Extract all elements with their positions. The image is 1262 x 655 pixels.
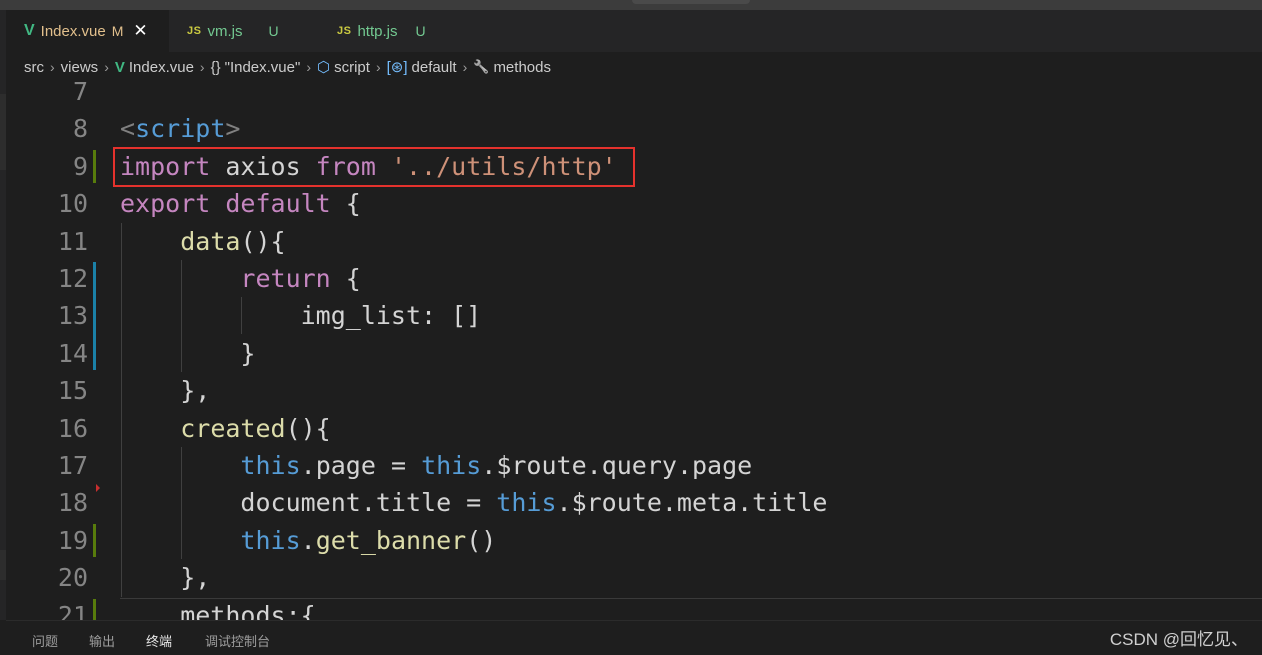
chevron-right-icon: › bbox=[199, 59, 205, 75]
code-text: document.title = this.$route.meta.title bbox=[120, 488, 828, 517]
code-line[interactable]: 15 }, bbox=[6, 372, 1262, 409]
code-text: methods:{ bbox=[120, 601, 316, 620]
git-change-marker[interactable] bbox=[93, 262, 96, 370]
close-icon[interactable]: ✕ bbox=[133, 21, 147, 41]
tab-index-vue[interactable]: V Index.vue M ✕ bbox=[6, 10, 169, 52]
js-icon: JS bbox=[187, 25, 202, 37]
code-line[interactable]: 14 } bbox=[6, 335, 1262, 372]
code-text: this.get_banner() bbox=[240, 526, 497, 555]
code-line[interactable]: 9 import axios from '../utils/http' bbox=[6, 148, 1262, 185]
js-icon: JS bbox=[337, 25, 352, 37]
line-number: 20 bbox=[57, 563, 88, 592]
code-text: this.page = this.$route.query.page bbox=[240, 451, 753, 480]
line-number: 19 bbox=[57, 526, 88, 555]
code-text: }, bbox=[120, 563, 211, 592]
tab-status-badge: M bbox=[111, 23, 124, 39]
tab-status-badge: U bbox=[415, 23, 426, 39]
breadcrumb-item-module[interactable]: "Index.vue" bbox=[225, 59, 301, 76]
code-text: created(){ bbox=[180, 414, 331, 443]
title-bar bbox=[0, 0, 1262, 10]
indent-guide bbox=[121, 223, 122, 597]
chevron-right-icon: › bbox=[375, 59, 381, 75]
line-number: 18 bbox=[57, 488, 88, 517]
vue-icon: V bbox=[24, 22, 35, 39]
breadcrumb-item-script[interactable]: script bbox=[334, 59, 370, 76]
code-line[interactable]: 21 methods:{ bbox=[6, 597, 1262, 620]
line-number: 21 bbox=[57, 601, 88, 620]
git-change-marker[interactable] bbox=[93, 599, 96, 620]
chevron-right-icon: › bbox=[306, 59, 311, 75]
tab-http-js[interactable]: JS http.js U bbox=[319, 10, 469, 52]
editor-tab-bar: V Index.vue M ✕ JS vm.js U JS http.js U bbox=[6, 10, 1262, 52]
line-number: 7 bbox=[72, 82, 88, 106]
tab-debug-console[interactable]: 调试控制台 bbox=[205, 621, 270, 655]
braces-icon: {} bbox=[210, 58, 221, 76]
line-number: 12 bbox=[57, 264, 88, 293]
code-line[interactable]: 18 document.title = this.$route.meta.tit… bbox=[6, 484, 1262, 521]
code-text: <script> bbox=[120, 114, 241, 143]
vue-icon: V bbox=[114, 58, 125, 76]
code-text: data(){ bbox=[180, 227, 286, 256]
code-text: export default { bbox=[120, 189, 361, 218]
tab-status-badge: U bbox=[268, 23, 279, 39]
indent-guide bbox=[181, 260, 182, 372]
breadcrumb-item-file[interactable]: Index.vue bbox=[129, 59, 194, 76]
code-text: img_list: [] bbox=[120, 301, 482, 330]
tab-label: Index.vue bbox=[40, 22, 106, 40]
indent-guide bbox=[181, 447, 182, 559]
git-change-marker[interactable] bbox=[93, 524, 96, 557]
panel-tab-bar: 问题 输出 终端 调试控制台 CSDN @回忆见、 bbox=[6, 620, 1262, 655]
code-line[interactable]: 11 data(){ bbox=[6, 223, 1262, 260]
breadcrumb: src › views › V Index.vue › {} "Index.vu… bbox=[6, 52, 1262, 82]
chevron-right-icon: › bbox=[462, 59, 468, 75]
title-bar-handle bbox=[632, 0, 750, 4]
tab-label: vm.js bbox=[207, 22, 243, 40]
line-number: 10 bbox=[57, 189, 88, 218]
code-line[interactable]: 12 return { bbox=[6, 260, 1262, 297]
indent-guide bbox=[241, 297, 242, 334]
tab-terminal[interactable]: 终端 bbox=[146, 621, 172, 655]
line-number: 13 bbox=[57, 301, 88, 330]
cube-icon: ⬡ bbox=[317, 59, 331, 76]
line-number: 16 bbox=[57, 414, 88, 443]
tab-output[interactable]: 输出 bbox=[89, 621, 115, 655]
line-number: 9 bbox=[72, 152, 88, 181]
line-number: 11 bbox=[57, 227, 88, 256]
code-line[interactable]: 20 }, bbox=[6, 559, 1262, 596]
object-icon: [⊛] bbox=[386, 59, 408, 76]
code-line[interactable]: 19 this.get_banner() bbox=[6, 522, 1262, 559]
tab-label: http.js bbox=[357, 22, 398, 40]
tab-vm-js[interactable]: JS vm.js U bbox=[169, 10, 319, 52]
code-line[interactable]: 10 export default { bbox=[6, 185, 1262, 222]
code-line[interactable]: 7 bbox=[6, 82, 1262, 110]
breadcrumb-item-default[interactable]: default bbox=[412, 59, 457, 76]
line-number: 8 bbox=[72, 114, 88, 143]
code-line[interactable]: 8 <script> bbox=[6, 110, 1262, 147]
line-number: 17 bbox=[57, 451, 88, 480]
code-text: import axios from '../utils/http' bbox=[120, 152, 617, 181]
tab-problems[interactable]: 问题 bbox=[32, 621, 58, 655]
line-number: 14 bbox=[57, 339, 88, 368]
vscode-window: V Index.vue M ✕ JS vm.js U JS http.js U … bbox=[0, 0, 1262, 655]
chevron-right-icon: › bbox=[104, 59, 109, 75]
git-change-marker[interactable] bbox=[93, 150, 96, 183]
code-text: return { bbox=[240, 264, 361, 293]
code-line[interactable]: 13 img_list: [] bbox=[6, 297, 1262, 334]
code-text: }, bbox=[120, 376, 211, 405]
breadcrumb-item-methods[interactable]: methods bbox=[493, 59, 551, 76]
code-line[interactable]: 17 this.page = this.$route.query.page bbox=[6, 447, 1262, 484]
breadcrumb-item-src[interactable]: src bbox=[24, 59, 44, 76]
breadcrumb-item-views[interactable]: views bbox=[61, 59, 99, 76]
code-line[interactable]: 16 created(){ bbox=[6, 410, 1262, 447]
wrench-icon: 🔧 bbox=[473, 59, 490, 74]
code-text: } bbox=[120, 339, 256, 368]
line-number: 15 bbox=[57, 376, 88, 405]
chevron-right-icon: › bbox=[50, 59, 55, 75]
code-editor[interactable]: 7 8 <script> 9 import axios from '../utils/h… bbox=[6, 82, 1262, 620]
watermark: CSDN @回忆见、 bbox=[1109, 630, 1248, 649]
